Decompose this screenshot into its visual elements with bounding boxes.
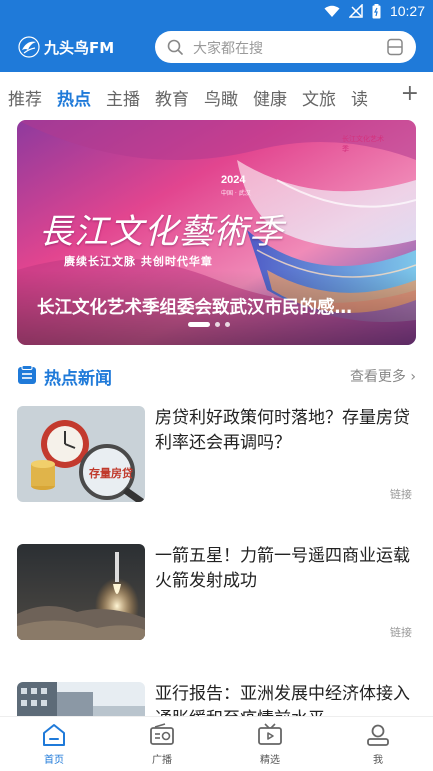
status-bar: 10:27 [0,0,433,24]
search-box[interactable]: 大家都在搜 [155,31,416,63]
bird-logo-icon [18,36,40,58]
carousel-dot [215,322,220,327]
news-tag: 链接 [390,626,412,639]
add-channel-icon[interactable]: + [401,83,419,105]
status-time: 10:27 [389,3,425,19]
thumb-text: 存量房贷 [89,466,133,480]
bottom-navigation: 首页 广播 精选 我 [0,716,433,771]
chevron-right-icon: › [405,369,416,385]
banner-corner-logo: 长江文化艺术季 [342,135,384,153]
nav-featured[interactable]: 精选 [240,723,300,766]
tab-culture-travel[interactable]: 文旅 [302,85,336,110]
nav-radio[interactable]: 广播 [132,723,192,766]
banner-slogan: 赓续长江文脉 共创时代华章 [64,255,213,268]
tab-birdview[interactable]: 鸟瞰 [204,85,238,110]
banner-year: 2024 [221,174,246,186]
home-icon [43,724,65,746]
news-thumbnail [17,544,145,640]
nav-home[interactable]: 首页 [24,723,84,766]
tab-education[interactable]: 教育 [155,85,189,110]
section-title: 热点新闻 [44,369,112,389]
search-icon [167,39,183,55]
news-title: 房贷利好政策何时落地？存量房贷利率还会再调吗？ [155,408,410,453]
app-header: 10:27 九头鸟FM 大家都在搜 [0,0,433,72]
news-title: 一箭五星！力箭一号遥四商业运载火箭发射成功 [155,546,410,591]
nav-radio-label: 广播 [152,755,172,766]
tab-recommend[interactable]: 推荐 [8,85,42,110]
battery-icon [372,3,381,18]
banner-carousel[interactable]: 2024 中国 · 武汉 长江文化艺术季 長江文化藝術季 赓续长江文脉 共创时代… [17,120,416,345]
banner-calligraphy: 長江文化藝術季 [39,212,284,252]
mortgage-image: 存量房贷 [17,406,145,502]
scan-icon[interactable] [386,38,404,56]
view-more-link[interactable]: 查看更多 › [350,366,416,386]
radio-icon [150,723,174,745]
app-logo-text: 九头鸟FM [44,38,115,57]
carousel-dot-active [188,322,210,327]
news-item[interactable]: 一箭五星！力箭一号遥四商业运载火箭发射成功 链接 [17,544,416,644]
search-placeholder: 大家都在搜 [193,41,263,57]
news-thumbnail: 存量房贷 [17,406,145,502]
tab-hot[interactable]: 热点 [57,85,91,110]
wifi-icon [324,5,340,17]
category-tabs: 推荐 热点 主播 教育 鸟瞰 健康 文旅 读 + [0,72,433,118]
news-icon [18,365,36,384]
status-icons: 10:27 [324,3,425,19]
app-logo[interactable]: 九头鸟FM [18,36,114,58]
tab-anchor[interactable]: 主播 [106,85,140,110]
nav-featured-label: 精选 [260,755,280,766]
tab-health[interactable]: 健康 [253,85,287,110]
carousel-indicator [188,322,230,327]
carousel-dot [225,322,230,327]
rocket-launch-image [17,544,145,640]
hot-news-header: 热点新闻 查看更多 › [17,362,416,389]
nav-me-label: 我 [373,755,383,766]
user-icon [367,724,389,746]
nav-me[interactable]: 我 [348,723,408,766]
nav-home-label: 首页 [44,755,64,766]
tab-reading[interactable]: 读 [351,85,368,110]
category-tabs-row: 推荐 热点 主播 教育 鸟瞰 健康 文旅 读 [8,85,368,110]
news-tag: 链接 [390,488,412,501]
no-signal-icon [348,4,363,18]
news-item[interactable]: 存量房贷 房贷利好政策何时落地？存量房贷利率还会再调吗？ 链接 [17,406,416,506]
view-more-label: 查看更多 [349,369,406,385]
banner-caption: 长江文化艺术季组委会致武汉市民的感… [37,298,352,318]
tv-icon [258,723,282,745]
banner-location: 中国 · 武汉 [221,190,251,197]
